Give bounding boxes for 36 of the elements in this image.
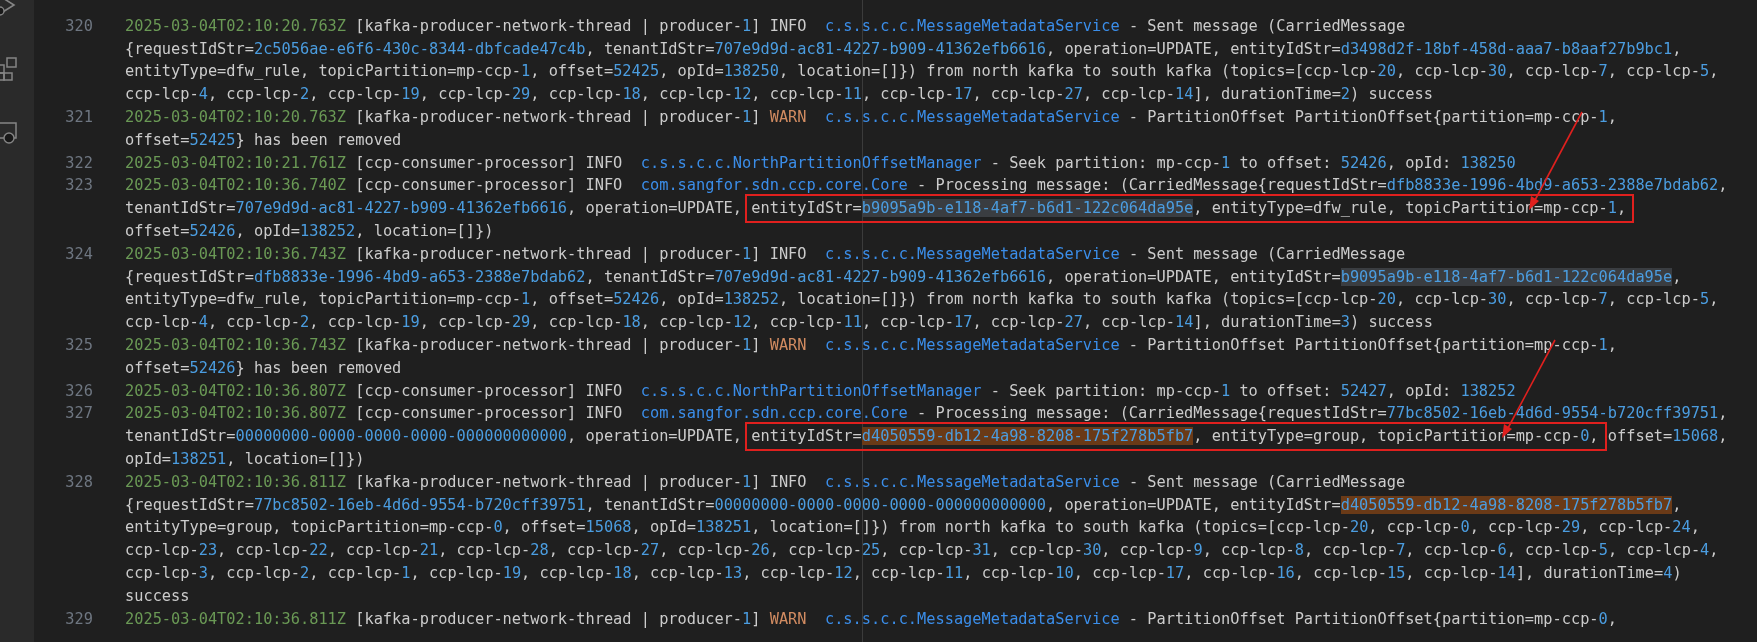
log-line: entityType=dfw_rule, topicPartition=mp-ccp-1, offset=52426, opId=138252, location=[]}) from north kafka to south kafka (topics=[ccp-lcp-20, ccp-lcp-30, ccp-lcp-7, ccp-lcp-5, (125, 289, 1719, 311)
monitor-icon[interactable] (0, 120, 20, 146)
line-number: 322 (65, 153, 93, 172)
log-line: {requestIdStr=2c5056ae-e6f6-430c-8344-dbfcade47c4b, tenantIdStr=707e9d9d-ac81-4227-b909-41362efb6616, operation=UPDATE, entityIdStr=d3498d2f-18bf-458d-aaa7-b8aaf27b9bc1, (125, 38, 1683, 60)
line-number: 320 (65, 16, 93, 35)
log-line: 2025-03-04T02:10:36.811Z [kafka-producer-network-thread | producer-1] INFO c.s.s.c.c.MessageMetadataService - Sent message (CarriedMessage (125, 471, 1407, 493)
line-number: 329 (65, 609, 93, 628)
log-line: ccp-lcp-3, ccp-lcp-2, ccp-lcp-1, ccp-lcp-19, ccp-lcp-18, ccp-lcp-13, ccp-lcp-12, ccp-lcp-11, ccp-lcp-10, ccp-lcp-17, ccp-lcp-16, ccp-lcp-15, ccp-lcp-14], durationTime=4) (125, 562, 1683, 584)
extensions-icon[interactable] (0, 56, 20, 82)
log-line: {requestIdStr=dfb8833e-1996-4bd9-a653-2388e7bdab62, tenantIdStr=707e9d9d-ac81-4227-b909-41362efb6616, operation=UPDATE, entityIdStr=b9095a9b-e118-4af7-b6d1-122c064da95e, (125, 266, 1683, 288)
log-text: offset=15068, (1606, 427, 1728, 446)
log-line: entityType=dfw_rule, topicPartition=mp-ccp-1, offset=52425, opId=138250, location=[]}) from north kafka to south kafka (topics=[ccp-lcp-20, ccp-lcp-30, ccp-lcp-7, ccp-lcp-5, (125, 61, 1719, 83)
log-line: {requestIdStr=77bc8502-16eb-4d6d-9554-b720cff39751, tenantIdStr=00000000-0000-0000-0000-000000000000, operation=UPDATE, entityIdStr=d4050559-db12-4a98-8208-175f278b5fb7, (125, 494, 1683, 516)
log-text: tenantIdStr=707e9d9d-ac81-4227-b909-41362efb6616, operation=UPDATE, (125, 199, 744, 218)
log-line: 2025-03-04T02:10:20.763Z [kafka-producer-network-thread | producer-1] INFO c.s.s.c.c.MessageMetadataService - Sent message (CarriedMessage (125, 15, 1407, 37)
log-line: 2025-03-04T02:10:36.811Z [kafka-producer-network-thread | producer-1] WARN c.s.s.c.c.MessageMetadataService - PartitionOffset PartitionOffset{partition=mp-ccp-0, (125, 608, 1617, 630)
log-line: ccp-lcp-23, ccp-lcp-22, ccp-lcp-21, ccp-lcp-28, ccp-lcp-27, ccp-lcp-26, ccp-lcp-25, ccp-lcp-31, ccp-lcp-30, ccp-lcp-9, ccp-lcp-8, ccp-lcp-7, ccp-lcp-6, ccp-lcp-5, ccp-lcp-4, (125, 540, 1719, 562)
line-number: 327 (65, 404, 93, 423)
log-line: entityType=group, topicPartition=mp-ccp-0, offset=15068, opId=138251, location=[]}) from north kafka to south kafka (topics=[ccp-lcp-20, ccp-lcp-0, ccp-lcp-29, ccp-lcp-24, (125, 517, 1701, 539)
line-number: 321 (65, 108, 93, 126)
log-line: offset=52425} has been removed (125, 129, 403, 151)
log-line: ccp-lcp-4, ccp-lcp-2, ccp-lcp-19, ccp-lcp-29, ccp-lcp-18, ccp-lcp-12, ccp-lcp-11, ccp-lcp-17, ccp-lcp-27, ccp-lcp-14], durationTime=2) success (125, 84, 1434, 106)
log-line: success (125, 585, 191, 607)
log-line: 2025-03-04T02:10:36.807Z [ccp-consumer-processor] INFO c.s.s.c.c.NorthPartitionOffsetManager - Seek partition: mp-ccp-1 to offset: 52427, opId: 138252 (125, 380, 1516, 402)
line-number: 323 (65, 176, 93, 195)
log-line: ccp-lcp-4, ccp-lcp-2, ccp-lcp-19, ccp-lcp-29, ccp-lcp-18, ccp-lcp-12, ccp-lcp-11, ccp-lcp-17, ccp-lcp-27, ccp-lcp-14], durationTime=3) success (125, 312, 1434, 334)
line-number: 324 (65, 244, 93, 263)
log-line: 2025-03-04T02:10:36.743Z [kafka-producer-network-thread | producer-1] INFO c.s.s.c.c.MessageMetadataService - Sent message (CarriedMessage (125, 243, 1407, 265)
log-line: offset=52426, opId=138252, location=[]}) (125, 220, 495, 242)
line-number: 325 (65, 335, 93, 354)
line-number: 326 (65, 381, 93, 400)
log-line: opId=138251, location=[]}) (125, 448, 366, 470)
log-line: offset=52426} has been removed (125, 357, 403, 379)
line-number: 328 (65, 472, 93, 491)
log-line: 2025-03-04T02:10:21.761Z [ccp-consumer-processor] INFO c.s.s.c.c.NorthPartitionOffsetManager - Seek partition: mp-ccp-1 to offset: 52426, opId: 138250 (125, 152, 1516, 174)
log-text: tenantIdStr=00000000-0000-0000-0000-000000000000, operation=UPDATE, (125, 427, 744, 446)
